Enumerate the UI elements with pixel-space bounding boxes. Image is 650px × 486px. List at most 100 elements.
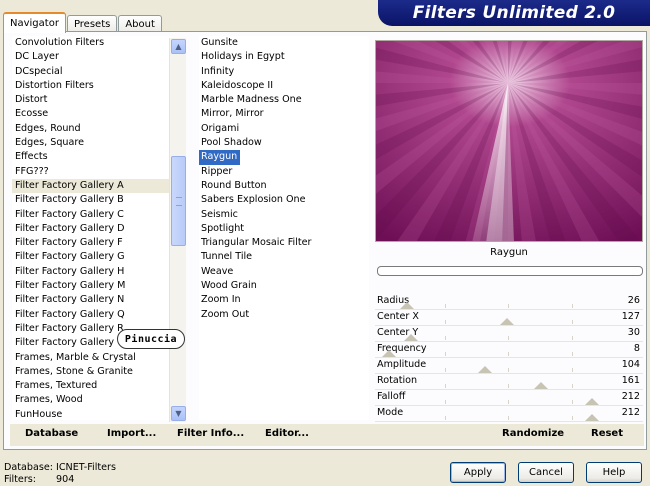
database-label: Database: [4,462,54,473]
param-slider[interactable]: Frequency 8 [375,342,643,358]
filter-item[interactable]: Seismic [199,208,241,222]
filter-item[interactable]: Mirror, Mirror [199,107,267,121]
tab-strip: Navigator Presets About [3,11,163,33]
slider-thumb-icon[interactable] [399,302,414,309]
category-item[interactable]: Frames, Marble & Crystal [12,351,172,365]
category-item[interactable]: Filter Factory Gallery F [12,236,172,250]
category-item[interactable]: Filter Factory Gallery H [12,265,172,279]
progress-bar [377,266,643,276]
category-item[interactable]: Frames, Textured [12,379,172,393]
slider-gridline [571,400,573,404]
category-item[interactable]: DC Layer [12,50,172,64]
param-slider[interactable]: Amplitude 104 [375,358,643,374]
category-item[interactable]: Frames, Wood [12,393,172,407]
filter-item[interactable]: Pool Shadow [199,136,265,150]
param-slider[interactable]: Center Y 30 [375,326,643,342]
category-list[interactable]: Convolution Filters DC Layer DCspecial Dist… [12,36,172,420]
category-item[interactable]: Filter Factory Gallery A [12,178,172,194]
param-slider[interactable]: Center X 127 [375,310,643,326]
filter-item[interactable]: Raygun [199,150,241,165]
app-title: Filters Unlimited 2.0 [412,3,616,23]
filter-item[interactable]: Kaleidoscope II [199,79,276,93]
tab-about[interactable]: About [118,15,162,32]
slider-thumb-icon[interactable] [477,366,492,373]
filter-item[interactable]: Spotlight [199,222,247,236]
filter-item[interactable]: Origami [199,122,242,136]
tab-navigator[interactable]: Navigator [3,12,66,33]
filter-info-button[interactable]: Filter Info... [177,428,244,439]
database-button[interactable]: Database [25,428,78,439]
scroll-up-icon[interactable]: ▲ [171,39,186,54]
category-item[interactable]: Effects [12,150,172,164]
slider-thumb-icon[interactable] [534,382,549,389]
filter-item[interactable]: Round Button [199,179,270,193]
category-item[interactable]: Filter Factory Gallery C [12,208,172,222]
filter-item[interactable]: Zoom In [199,293,244,307]
category-item[interactable]: Edges, Square [12,136,172,150]
filter-item[interactable]: Weave [199,265,236,279]
category-item[interactable]: Filter Factory Gallery Q [12,308,172,322]
category-item[interactable]: Ecosse [12,107,172,121]
scroll-thumb[interactable] [171,156,186,246]
watermark: Pinuccia [117,329,185,349]
category-item[interactable]: Filter Factory Gallery N [12,293,172,307]
param-slider[interactable]: Rotation 161 [375,374,643,390]
import-button[interactable]: Import... [107,428,156,439]
slider-gridline [508,384,509,388]
filter-item[interactable]: Holidays in Egypt [199,50,288,64]
param-value: 127 [621,311,640,322]
category-scrollbar[interactable]: ▲ ▼ [169,38,186,422]
category-item[interactable]: Edges, Round [12,122,172,136]
category-item[interactable]: Frames, Stone & Granite [12,365,172,379]
param-slider[interactable]: Radius 26 [375,294,643,310]
category-item[interactable]: FunHouse [12,408,172,420]
filter-item[interactable]: Wood Grain [199,279,260,293]
filter-item[interactable]: Marble Madness One [199,93,305,107]
category-item[interactable]: Convolution Filters [12,36,172,50]
category-item[interactable]: Distortion Filters [12,79,172,93]
tab-presets[interactable]: Presets [66,15,118,32]
apply-button[interactable]: Apply [450,462,506,483]
reset-button[interactable]: Reset [591,428,623,439]
database-value: ICNET-Filters [56,462,116,473]
category-item[interactable]: Filter Factory Gallery G [12,250,172,264]
filter-item[interactable]: Ripper [199,165,235,179]
filter-item[interactable]: Zoom Out [199,308,252,322]
param-value: 212 [621,391,640,402]
editor-button[interactable]: Editor... [265,428,309,439]
slider-gridline [508,304,509,308]
filter-item[interactable]: Gunsite [199,36,241,50]
param-name: Amplitude [377,359,427,370]
param-value: 212 [621,407,640,418]
slider-thumb-icon[interactable] [585,398,600,405]
category-item[interactable]: DCspecial [12,65,172,79]
filter-list[interactable]: Gunsite Holidays in Egypt Infinity Kaleidos… [199,36,369,420]
slider-gridline [508,336,509,340]
slider-thumb-icon[interactable] [500,318,515,325]
param-slider[interactable]: Mode 212 [375,406,643,422]
help-button[interactable]: Help [586,462,642,483]
category-item[interactable]: Distort [12,93,172,107]
navigator-panel: Convolution Filters DC Layer DCspecial Dist… [3,31,647,450]
slider-thumb-icon[interactable] [585,414,600,421]
cancel-button[interactable]: Cancel [518,462,574,483]
slider-gridline [571,416,573,420]
category-item[interactable]: Filter Factory Gallery B [12,193,172,207]
filter-item[interactable]: Sabers Explosion One [199,193,309,207]
category-item[interactable]: Filter Factory Gallery D [12,222,172,236]
randomize-button[interactable]: Randomize [502,428,564,439]
filter-item[interactable]: Triangular Mosaic Filter [199,236,315,250]
category-item[interactable]: Filter Factory Gallery M [12,279,172,293]
filter-item[interactable]: Tunnel Tile [199,250,255,264]
slider-gridline [444,320,446,324]
slider-gridline [444,384,446,388]
panel-toolbar: Database Import... Filter Info... Editor… [10,424,644,446]
param-slider[interactable]: Falloff 212 [375,390,643,406]
category-item[interactable]: FFG??? [12,165,172,179]
slider-gridline [571,352,573,356]
slider-thumb-icon[interactable] [381,350,396,357]
slider-thumb-icon[interactable] [403,334,418,341]
slider-gridline [444,400,446,404]
scroll-down-icon[interactable]: ▼ [171,406,186,421]
filter-item[interactable]: Infinity [199,65,237,79]
